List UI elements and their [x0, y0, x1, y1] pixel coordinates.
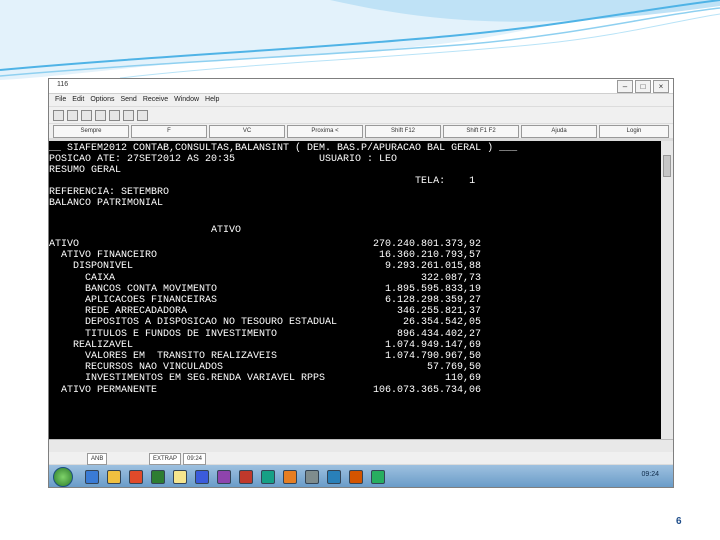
slide-page-number: 6: [676, 516, 682, 527]
terminal-screen[interactable]: __ SIAFEM2012 CONTAB,CONSULTAS,BALANSINT…: [49, 141, 661, 439]
fkey-button[interactable]: Proxima <: [287, 125, 363, 138]
app-icon[interactable]: [261, 470, 275, 484]
terminal-header-line: TELA: 1: [49, 176, 476, 187]
macro-icon[interactable]: [123, 109, 134, 121]
fkey-button[interactable]: Ajuda: [521, 125, 597, 138]
balance-row-label: CAIXA: [49, 273, 116, 284]
menu-receive[interactable]: Receive: [143, 94, 168, 106]
taskbar-clock: 09:24: [641, 471, 659, 478]
balance-row-label: BANCOS CONTA MOVIMENTO: [49, 284, 218, 295]
app-icon[interactable]: [371, 470, 385, 484]
menu-help[interactable]: Help: [205, 94, 219, 106]
balance-row-value: 16.360.210.793,57: [378, 250, 481, 261]
terminal-header-line: __ SIAFEM2012 CONTAB,CONSULTAS,BALANSINT…: [49, 143, 518, 154]
balance-row-label: ATIVO FINANCEIRO: [49, 250, 158, 261]
fkey-button[interactable]: Login: [599, 125, 669, 138]
menu-window[interactable]: Window: [174, 94, 199, 106]
fkey-button[interactable]: VC: [209, 125, 285, 138]
horizontal-scrollbar[interactable]: [49, 439, 673, 452]
balance-row-value: 346.255.821,37: [396, 306, 481, 317]
balance-row-label: REALIZAVEL: [49, 340, 134, 351]
balance-row-label: DEPOSITOS A DISPOSICAO NO TESOURO ESTADU…: [49, 317, 338, 328]
balance-row-value: 6.128.298.359,27: [384, 295, 481, 306]
balance-row-value: 9.293.261.015,88: [384, 261, 481, 272]
balance-row-label: ATIVO: [49, 239, 80, 250]
app-icon[interactable]: [217, 470, 231, 484]
fkey-button[interactable]: F: [131, 125, 207, 138]
window-titlebar: 116 – □ ×: [49, 79, 673, 94]
status-session: ANB: [87, 453, 108, 465]
app-icon[interactable]: [239, 470, 253, 484]
folder-icon[interactable]: [107, 470, 121, 484]
balance-row-label: APLICACOES FINANCEIRAS: [49, 295, 218, 306]
menu-bar: File Edit Options Send Receive Window He…: [49, 94, 673, 106]
fkey-button[interactable]: Shift F12: [365, 125, 441, 138]
screenshot-frame: 116 – □ × File Edit Options Send Receive…: [48, 78, 674, 488]
balance-row-value: 26.354.542,05: [402, 317, 481, 328]
app-icon[interactable]: [327, 470, 341, 484]
terminal-header-line: REFERENCIA: SETEMBRO: [49, 187, 170, 198]
balance-row-value: 110,69: [444, 373, 481, 384]
balance-row-value: 1.074.949.147,69: [384, 340, 481, 351]
maximize-button[interactable]: □: [635, 80, 651, 93]
paste-icon[interactable]: [81, 109, 92, 121]
window-title: 116: [57, 81, 69, 88]
media-icon[interactable]: [129, 470, 143, 484]
balance-row-value: 1.895.595.833,19: [384, 284, 481, 295]
balance-row-label: TITULOS E FUNDOS DE INVESTIMENTO: [49, 329, 278, 340]
balance-row-value: 896.434.402,27: [396, 329, 481, 340]
fkey-button[interactable]: Sempre: [53, 125, 129, 138]
taskbar: 09:24: [49, 465, 673, 487]
close-button[interactable]: ×: [653, 80, 669, 93]
menu-send[interactable]: Send: [120, 94, 136, 106]
balance-row-value: 106.073.365.734,06: [372, 385, 481, 396]
terminal-section-title: ATIVO: [49, 225, 242, 236]
menu-edit[interactable]: Edit: [72, 94, 84, 106]
word-icon[interactable]: [195, 470, 209, 484]
balance-row-label: VALORES EM TRANSITO REALIZAVEIS: [49, 351, 278, 362]
terminal-header-line: RESUMO GERAL: [49, 165, 122, 176]
decorative-swoosh: [0, 0, 720, 80]
copy-icon[interactable]: [67, 109, 78, 121]
vertical-scrollbar[interactable]: [661, 141, 673, 439]
balance-row-label: RECURSOS NAO VINCULADOS: [49, 362, 224, 373]
print-icon[interactable]: [53, 109, 64, 121]
start-button[interactable]: [53, 467, 73, 487]
settings-icon[interactable]: [109, 109, 120, 121]
ie-icon[interactable]: [85, 470, 99, 484]
menu-options[interactable]: Options: [90, 94, 114, 106]
scrollbar-thumb[interactable]: [663, 155, 671, 177]
app-icon[interactable]: [283, 470, 297, 484]
minimize-button[interactable]: –: [617, 80, 633, 93]
balance-row-label: INVESTIMENTOS EM SEG.RENDA VARIAVEL RPPS: [49, 373, 326, 384]
terminal-app-icon[interactable]: [151, 470, 165, 484]
cut-icon[interactable]: [95, 109, 106, 121]
balance-row-label: DISPONIVEL: [49, 261, 134, 272]
app-icon[interactable]: [305, 470, 319, 484]
balance-row-value: 270.240.801.373,92: [372, 239, 481, 250]
status-mode: EXTRAP: [149, 453, 182, 465]
terminal-header-line: POSICAO ATE: 27SET2012 AS 20:35 USUARIO …: [49, 154, 398, 165]
balance-row-label: REDE ARRECADADORA: [49, 306, 188, 317]
terminal-header-line: BALANCO PATRIMONIAL: [49, 198, 164, 209]
toolbar: [49, 107, 673, 123]
balance-row-value: 322.087,73: [420, 273, 481, 284]
balance-row-label: ATIVO PERMANENTE: [49, 385, 158, 396]
status-row: ANB EXTRAP 09:24: [49, 452, 673, 465]
app-icon[interactable]: [349, 470, 363, 484]
record-icon[interactable]: [137, 109, 148, 121]
balance-row-value: 57.769,50: [426, 362, 481, 373]
function-key-bar: Sempre F VC Proxima < Shift F12 Shift F1…: [49, 124, 673, 138]
balance-row-value: 1.074.790.967,50: [384, 351, 481, 362]
notes-icon[interactable]: [173, 470, 187, 484]
status-time: 09:24: [183, 453, 207, 465]
menu-file[interactable]: File: [55, 94, 66, 106]
fkey-button[interactable]: Shift F1 F2: [443, 125, 519, 138]
